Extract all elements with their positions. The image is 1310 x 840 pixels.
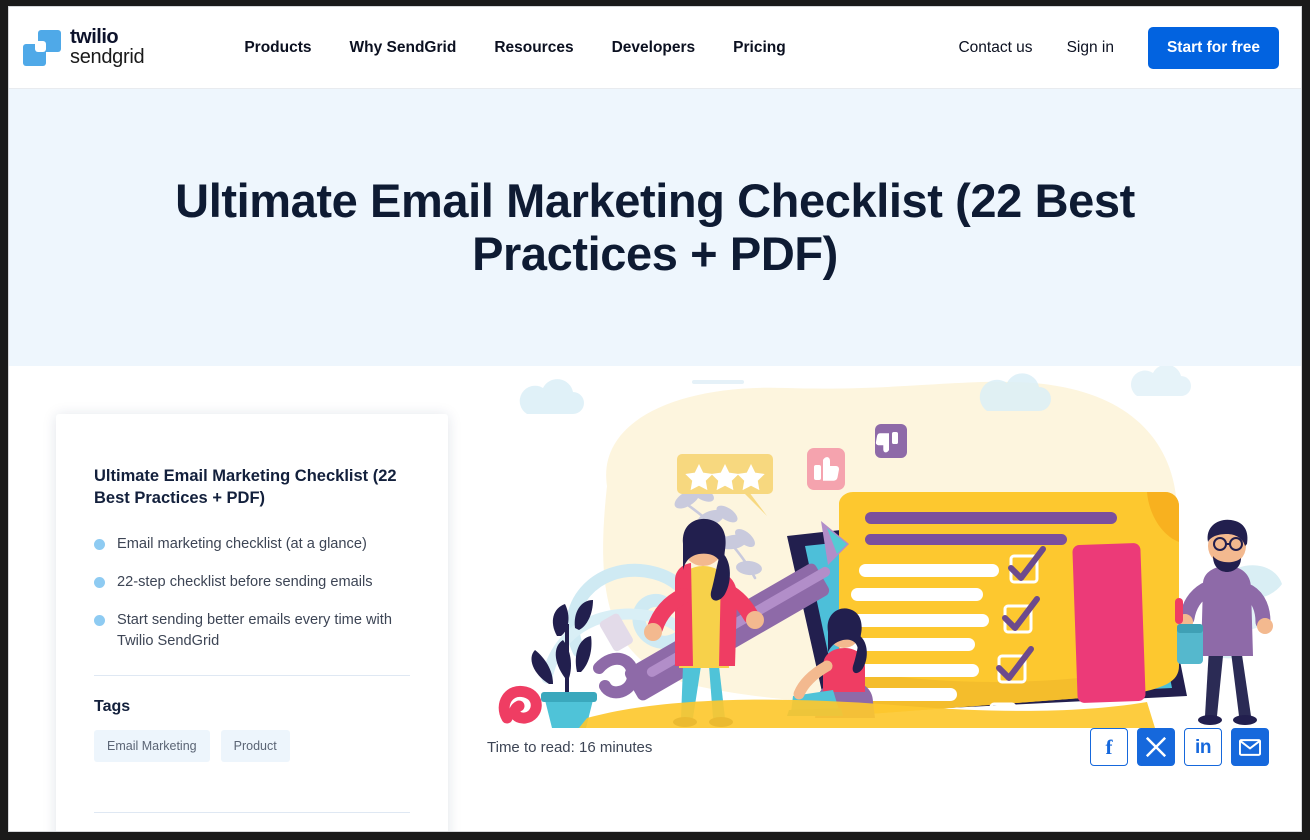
list-item-label: Email marketing checklist (at a glance) — [117, 535, 367, 552]
logo-square-notch — [35, 40, 46, 52]
list-item: Email marketing checklist (at a glance) — [94, 534, 410, 554]
list-item: Start sending better emails every time w… — [94, 610, 410, 651]
logo-wordmark: twilio sendgrid — [70, 26, 145, 68]
start-for-free-button[interactable]: Start for free — [1147, 26, 1279, 69]
nav-item-sign-in[interactable]: Sign in — [1067, 39, 1114, 57]
bullet-dot-icon — [94, 538, 105, 550]
envelope-icon — [1239, 738, 1261, 756]
hero-banner: Ultimate Email Marketing Checklist (22 B… — [9, 89, 1301, 366]
divider — [94, 675, 410, 677]
resource-summary-card: Ultimate Email Marketing Checklist (22 B… — [56, 414, 448, 831]
share-facebook-button[interactable]: f — [1090, 728, 1128, 766]
share-linkedin-button[interactable]: in — [1184, 728, 1222, 766]
logo-link[interactable]: twilio sendgrid — [23, 26, 145, 68]
tags-heading: Tags — [94, 698, 131, 716]
page-title: Ultimate Email Marketing Checklist (22 B… — [175, 173, 1135, 280]
page-viewport: twilio sendgrid Products Why SendGrid Re… — [8, 6, 1302, 832]
email-marketing-checklist-illustration — [487, 366, 1287, 746]
logo-word-twilio: twilio — [70, 26, 119, 49]
share-x-twitter-button[interactable] — [1137, 728, 1175, 766]
primary-navigation: Products Why SendGrid Resources Develope… — [244, 39, 785, 57]
nav-item-why-sendgrid[interactable]: Why SendGrid — [350, 39, 457, 57]
site-header: twilio sendgrid Products Why SendGrid Re… — [9, 7, 1301, 89]
tag-product[interactable]: Product — [220, 730, 290, 763]
nav-item-resources[interactable]: Resources — [494, 39, 573, 57]
nav-item-products[interactable]: Products — [244, 39, 311, 57]
facebook-icon: f — [1105, 734, 1113, 759]
secondary-navigation: Contact us Sign in Start for free — [958, 26, 1279, 69]
share-email-button[interactable] — [1231, 728, 1269, 766]
logo-word-sendgrid: sendgrid — [70, 45, 145, 68]
tag-list: Email Marketing Product — [94, 730, 410, 763]
article-body: Ultimate Email Marketing Checklist (22 B… — [9, 366, 1301, 831]
browser-window-frame: twilio sendgrid Products Why SendGrid Re… — [0, 0, 1310, 840]
list-item: 22-step checklist before sending emails — [94, 572, 410, 592]
share-buttons: f in — [1090, 728, 1269, 766]
card-title: Ultimate Email Marketing Checklist (22 B… — [94, 467, 397, 507]
list-item-label: Start sending better emails every time w… — [117, 612, 392, 649]
nav-item-contact-us[interactable]: Contact us — [958, 39, 1032, 57]
read-time-label: Time to read: 16 minutes — [487, 738, 653, 756]
nav-item-developers[interactable]: Developers — [612, 39, 696, 57]
x-twitter-icon — [1146, 737, 1166, 757]
twilio-sendgrid-logo-icon — [23, 29, 61, 66]
divider — [94, 812, 410, 814]
tag-email-marketing[interactable]: Email Marketing — [94, 730, 210, 763]
bullet-dot-icon — [94, 576, 105, 588]
nav-item-pricing[interactable]: Pricing — [733, 39, 786, 57]
linkedin-icon: in — [1195, 736, 1211, 758]
article-meta-row: Time to read: 16 minutes f in — [487, 728, 1269, 766]
bullet-dot-icon — [94, 615, 105, 627]
list-item-label: 22-step checklist before sending emails — [117, 573, 373, 590]
